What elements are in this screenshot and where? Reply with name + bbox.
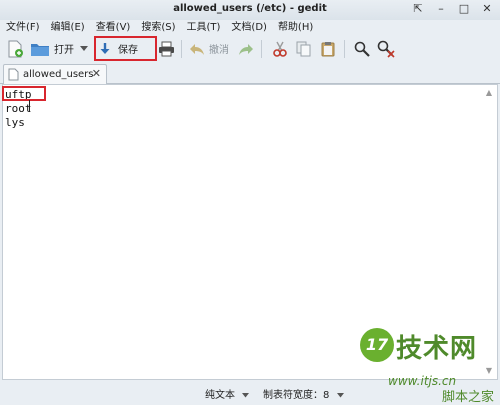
tab-width-label: 制表符宽度：8 [263, 390, 330, 401]
window-controls: ⇱ – □ ✕ [411, 2, 494, 16]
syntax-mode-label: 纯文本 [205, 390, 235, 401]
clipboard-icon [321, 41, 335, 56]
menu-help[interactable]: 帮助(H) [272, 18, 318, 33]
undo-button[interactable]: 撤消 [189, 34, 229, 63]
scissors-icon [273, 41, 287, 57]
uftp-highlight-box [2, 86, 46, 101]
paste-button[interactable] [320, 34, 336, 63]
watermark-logo: 17 [360, 328, 394, 362]
cut-button[interactable] [272, 34, 288, 63]
minimize-button[interactable]: – [434, 2, 448, 16]
toolbar-separator [261, 40, 262, 58]
folder-icon [31, 43, 49, 56]
menu-search[interactable]: 搜索(S) [135, 18, 180, 33]
menu-documents[interactable]: 文档(D) [225, 18, 272, 33]
watermark-site: 脚本之家 [442, 390, 495, 405]
chevron-down-icon [80, 45, 88, 51]
watermark: 17 技术网 www.itjs.cn 脚本之家 [356, 322, 500, 405]
menu-file[interactable]: 文件(F) [0, 18, 45, 33]
copy-icon [296, 41, 311, 56]
menu-tools[interactable]: 工具(T) [181, 18, 226, 33]
tab-label: allowed_users [23, 69, 94, 80]
print-button[interactable] [158, 34, 175, 63]
text-cursor [29, 100, 30, 112]
new-document-button[interactable] [6, 34, 24, 63]
find-replace-button[interactable] [377, 34, 395, 63]
search-icon [354, 41, 370, 57]
find-button[interactable] [354, 34, 370, 63]
tab-close-icon[interactable]: ✕ [92, 67, 101, 80]
redo-button[interactable] [238, 34, 254, 63]
syntax-mode-selector[interactable]: 纯文本 [205, 386, 250, 401]
restore-icon[interactable]: ⇱ [411, 2, 425, 16]
editor-line: lys [5, 116, 25, 129]
toolbar-separator [344, 40, 345, 58]
toolbar-separator [181, 40, 182, 58]
find-replace-icon [377, 40, 395, 58]
printer-icon [159, 41, 174, 56]
chevron-down-icon [336, 393, 344, 398]
undo-label: 撤消 [209, 45, 229, 56]
close-button[interactable]: ✕ [480, 2, 494, 16]
open-label: 打开 [54, 45, 74, 56]
open-button[interactable]: 打开 [30, 34, 74, 63]
tab-bar: allowed_users ✕ [0, 63, 500, 84]
new-document-icon [8, 40, 23, 57]
tab-allowed-users[interactable]: allowed_users ✕ [3, 64, 107, 84]
editor-line: root [5, 102, 32, 115]
toolbar: 打开 保存 撤消 [0, 34, 500, 63]
save-highlight-box [94, 36, 157, 61]
menu-bar: 文件(F) 编辑(E) 查看(V) 搜索(S) 工具(T) 文档(D) 帮助(H… [0, 17, 500, 34]
undo-icon [190, 43, 204, 55]
menu-view[interactable]: 查看(V) [90, 18, 136, 33]
menu-edit[interactable]: 编辑(E) [45, 18, 90, 33]
watermark-brand: 技术网 [396, 334, 478, 364]
scroll-up-arrow[interactable]: ▲ [484, 88, 494, 98]
document-icon [8, 68, 19, 81]
copy-button[interactable] [296, 34, 312, 63]
chevron-down-icon [242, 393, 250, 398]
tab-width-selector[interactable]: 制表符宽度：8 [263, 386, 344, 401]
maximize-button[interactable]: □ [457, 2, 471, 16]
redo-icon [239, 43, 253, 55]
open-recent-dropdown[interactable] [80, 34, 88, 63]
